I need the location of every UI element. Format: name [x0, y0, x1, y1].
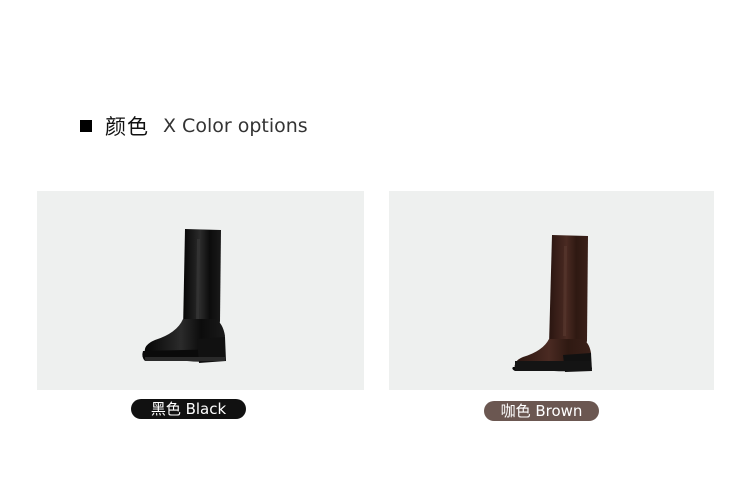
heading-title-cn: 颜色: [105, 115, 149, 139]
color-label-brown[interactable]: 咖色 Brown: [484, 401, 599, 421]
color-label-black[interactable]: 黑色 Black: [131, 399, 246, 419]
product-card-black[interactable]: [37, 191, 364, 390]
section-heading: 颜色 X Color options: [80, 112, 308, 140]
brown-boot-image: [512, 235, 592, 372]
black-boot-image: [142, 229, 226, 363]
heading-title-en: X Color options: [163, 115, 308, 137]
bullet-square-icon: [80, 120, 92, 132]
product-card-brown[interactable]: [389, 191, 714, 390]
